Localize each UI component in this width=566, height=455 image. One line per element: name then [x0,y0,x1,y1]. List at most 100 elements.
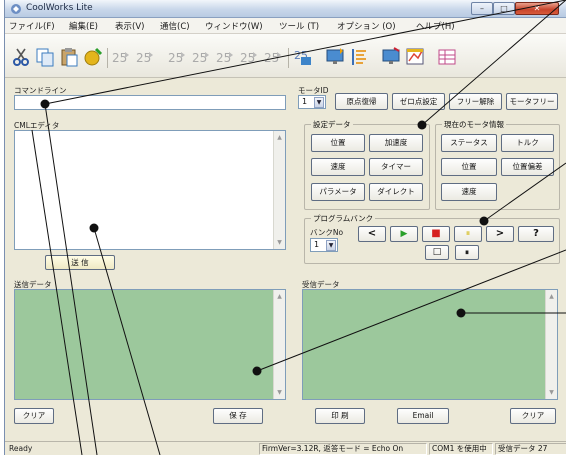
motor-id-value: 1 [302,97,308,106]
scroll-down-icon[interactable]: ▼ [276,389,283,396]
speed-info-button[interactable]: 速度 [441,183,497,201]
svg-text:25: 25 [264,51,279,65]
svg-text:25: 25 [168,51,183,65]
motor-id-select[interactable]: 1 ▼ [298,95,326,109]
zero-set-button[interactable]: ゼロ点設定 [392,93,445,110]
copy-icon[interactable] [35,47,55,67]
program-5-icon[interactable]: 25 [263,47,283,67]
svg-text:25: 25 [240,51,255,65]
send-data-panel[interactable]: ▲ ▼ [14,289,286,400]
previous-button[interactable]: < [358,226,386,242]
step-pause-button[interactable]: ⏸ [455,245,479,260]
monitor-data-icon[interactable] [381,47,401,67]
status-button[interactable]: ステータス [441,134,497,152]
step-stop-button[interactable]: □ [425,245,449,260]
status-port: COM1 を使用中 [429,443,493,455]
status-ready: Ready [9,444,33,453]
status-receive-count: 受信データ 27 [495,443,566,455]
motor-info-title: 現在のモータ情報 [442,119,506,130]
email-button[interactable]: Email [397,408,449,424]
table-icon[interactable] [437,47,457,67]
program-2-icon[interactable]: 25 [191,47,211,67]
send-data-scrollbar[interactable]: ▲ ▼ [273,290,285,399]
free-release-button[interactable]: フリー解除 [449,93,502,110]
position-setting-button[interactable]: 位置 [311,134,365,152]
print-button[interactable]: 印 刷 [315,408,365,424]
command-line-input[interactable] [14,95,286,110]
next-button[interactable]: > [486,226,514,242]
toolbar-separator [107,48,108,68]
chevron-down-icon[interactable]: ▼ [314,97,324,108]
receive-program-icon[interactable]: 25 [135,47,155,67]
title-bar: CoolWorks Lite – □ ✕ [5,0,566,18]
scroll-up-icon[interactable]: ▲ [276,134,283,141]
menu-file[interactable]: ファイル(F) [9,20,55,32]
position-info-button[interactable]: 位置 [441,158,497,176]
save-button[interactable]: 保 存 [213,408,263,424]
menu-bar: ファイル(F) 編集(E) 表示(V) 通信(C) ウィンドウ(W) ツール (… [5,18,566,34]
app-window: CoolWorks Lite – □ ✕ ファイル(F) 編集(E) 表示(V)… [4,0,566,455]
menu-view[interactable]: 表示(V) [115,20,144,32]
cml-editor-scrollbar[interactable]: ▲ ▼ [273,131,285,249]
help-button[interactable]: ? [518,226,554,242]
program-icon[interactable]: 25 [167,47,187,67]
chevron-down-icon[interactable]: ▼ [326,240,336,251]
menu-options[interactable]: オプション (O) [337,20,396,32]
menu-window[interactable]: ウィンドウ(W) [205,20,263,32]
receive-data-scrollbar[interactable]: ▲ ▼ [545,290,557,399]
settings-data-title: 設定データ [311,119,353,130]
speed-setting-button[interactable]: 速度 [311,158,365,176]
send-program-icon[interactable]: 25 [111,47,131,67]
paste-icon[interactable] [59,47,79,67]
program-3-icon[interactable]: 25 [215,47,235,67]
svg-text:25: 25 [136,51,151,65]
graph-icon[interactable] [405,47,425,67]
svg-text:25: 25 [216,51,231,65]
position-deviation-button[interactable]: 位置偏差 [501,158,554,176]
svg-text:25: 25 [192,51,207,65]
scroll-up-icon[interactable]: ▲ [276,293,283,300]
cml-editor-textarea[interactable]: ▲ ▼ [14,130,286,250]
pause-button[interactable]: ⏸ [454,226,482,242]
svg-text:25: 25 [112,51,127,65]
program-bank-title: プログラムバンク [311,213,376,224]
stop-button[interactable]: ■ [422,226,450,242]
menu-tools[interactable]: ツール (T) [279,20,319,32]
app-icon [11,4,21,14]
maximize-button[interactable]: □ [493,2,515,15]
direct-button[interactable]: ダイレクト [369,183,423,201]
close-button[interactable]: ✕ [515,2,559,15]
send-clear-button[interactable]: クリア [14,408,54,424]
scissors-icon[interactable] [11,47,31,67]
status-firmware: FirmVer=3.12R, 返答モード = Echo On [259,443,427,455]
toolbar: 25 25 25 25 25 25 25 25 [5,34,566,78]
monitor-icon[interactable] [325,47,345,67]
torque-button[interactable]: トルク [501,134,554,152]
bank-number-value: 1 [314,240,320,249]
parameter-button[interactable]: パラメータ [311,183,365,201]
motor-free-button[interactable]: モータフリー [506,93,558,110]
acceleration-button[interactable]: 加速度 [369,134,423,152]
window-title: CoolWorks Lite [26,3,93,13]
connect-icon[interactable] [83,47,103,67]
menu-edit[interactable]: 編集(E) [69,20,98,32]
program-4-icon[interactable]: 25 [239,47,259,67]
menu-communication[interactable]: 通信(C) [160,20,190,32]
timer-button[interactable]: タイマー [369,158,423,176]
bank-number-select[interactable]: 1 ▼ [310,238,338,252]
send-button[interactable]: 送 信 [45,255,115,270]
minimize-button[interactable]: – [471,2,493,15]
receive-data-panel[interactable]: ▲ ▼ [302,289,558,400]
menu-help[interactable]: ヘルプ(H) [416,20,455,32]
list-icon[interactable] [349,47,369,67]
origin-return-button[interactable]: 原点復帰 [335,93,388,110]
status-bar: Ready FirmVer=3.12R, 返答モード = Echo On COM… [5,441,566,455]
bank-number-label: バンクNo [310,228,344,237]
scroll-up-icon[interactable]: ▲ [548,293,555,300]
scroll-down-icon[interactable]: ▼ [548,389,555,396]
play-button[interactable]: ▶ [390,226,418,242]
receive-clear-button[interactable]: クリア [510,408,556,424]
scroll-down-icon[interactable]: ▼ [276,239,283,246]
motor-settings-icon[interactable]: 25 [293,47,313,67]
toolbar-separator [288,48,289,68]
